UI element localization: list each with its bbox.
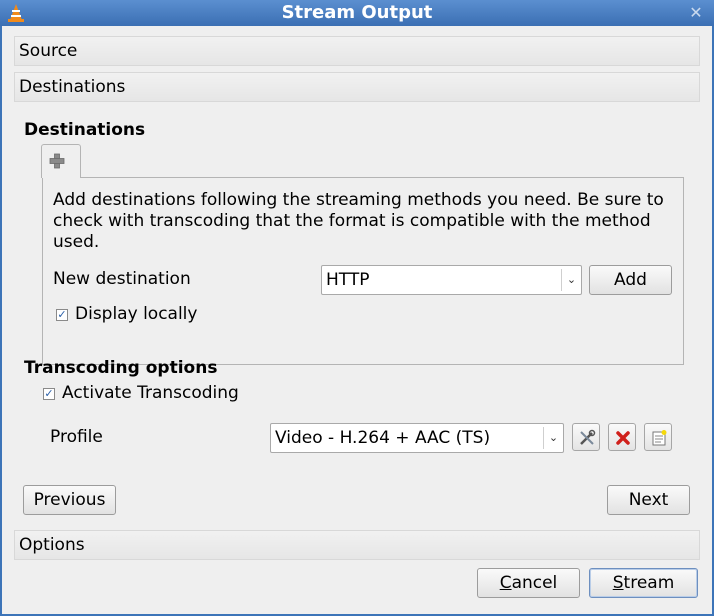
transcoding-group-title: Transcoding options <box>24 358 218 378</box>
activate-transcoding-checkbox[interactable]: ✓ <box>43 388 55 400</box>
stream-output-window: Source Destinations Destinations Add des… <box>2 26 712 614</box>
destination-panel: Add destinations following the streaming… <box>42 177 684 365</box>
profile-label: Profile <box>50 427 103 447</box>
add-destination-button[interactable]: Add <box>589 265 672 295</box>
previous-button[interactable]: Previous <box>23 485 116 515</box>
destinations-group-title: Destinations <box>24 120 146 140</box>
stream-label: tream <box>623 573 675 593</box>
stream-mnemonic: S <box>612 573 624 593</box>
vlc-cone-icon <box>8 4 24 22</box>
cancel-mnemonic: C <box>499 573 512 593</box>
section-destinations-label: Destinations <box>19 77 126 97</box>
section-destinations[interactable]: Destinations <box>14 72 700 102</box>
chevron-down-icon: ⌄ <box>561 269 581 291</box>
new-destination-label: New destination <box>53 269 191 289</box>
cancel-button[interactable]: Cancel <box>477 568 580 598</box>
new-profile-button[interactable] <box>644 423 672 451</box>
new-profile-icon <box>652 430 667 446</box>
section-options[interactable]: Options <box>14 530 700 560</box>
stream-button[interactable]: Stream <box>589 568 698 598</box>
delete-profile-button[interactable] <box>608 423 636 451</box>
cancel-label: ancel <box>511 573 558 593</box>
tab-add-destination[interactable] <box>41 144 81 178</box>
activate-transcoding-label: Activate Transcoding <box>62 383 239 403</box>
window-title: Stream Output <box>281 2 433 23</box>
chevron-down-icon: ⌄ <box>543 427 563 449</box>
delete-profile-icon <box>616 431 630 445</box>
profile-value: Video - H.264 + AAC (TS) <box>275 428 491 448</box>
plus-icon <box>49 153 65 169</box>
section-options-label: Options <box>19 535 85 555</box>
section-source-label: Source <box>19 41 78 61</box>
display-locally-checkbox[interactable]: ✓ <box>56 309 68 321</box>
destination-description: Add destinations following the streaming… <box>53 190 664 252</box>
title-bar: Stream Output ✕ <box>0 0 714 26</box>
close-icon[interactable]: ✕ <box>686 3 706 23</box>
next-label: Next <box>628 490 669 510</box>
edit-profile-button[interactable] <box>572 423 600 451</box>
previous-label: Previous <box>33 490 106 510</box>
edit-profile-icon <box>580 429 596 445</box>
add-destination-label: Add <box>614 270 647 290</box>
next-button[interactable]: Next <box>607 485 690 515</box>
destination-method-value: HTTP <box>326 270 370 290</box>
profile-select[interactable]: Video - H.264 + AAC (TS) ⌄ <box>270 423 564 453</box>
section-source[interactable]: Source <box>14 36 700 66</box>
destination-method-select[interactable]: HTTP ⌄ <box>321 265 582 295</box>
display-locally-label: Display locally <box>75 304 198 324</box>
